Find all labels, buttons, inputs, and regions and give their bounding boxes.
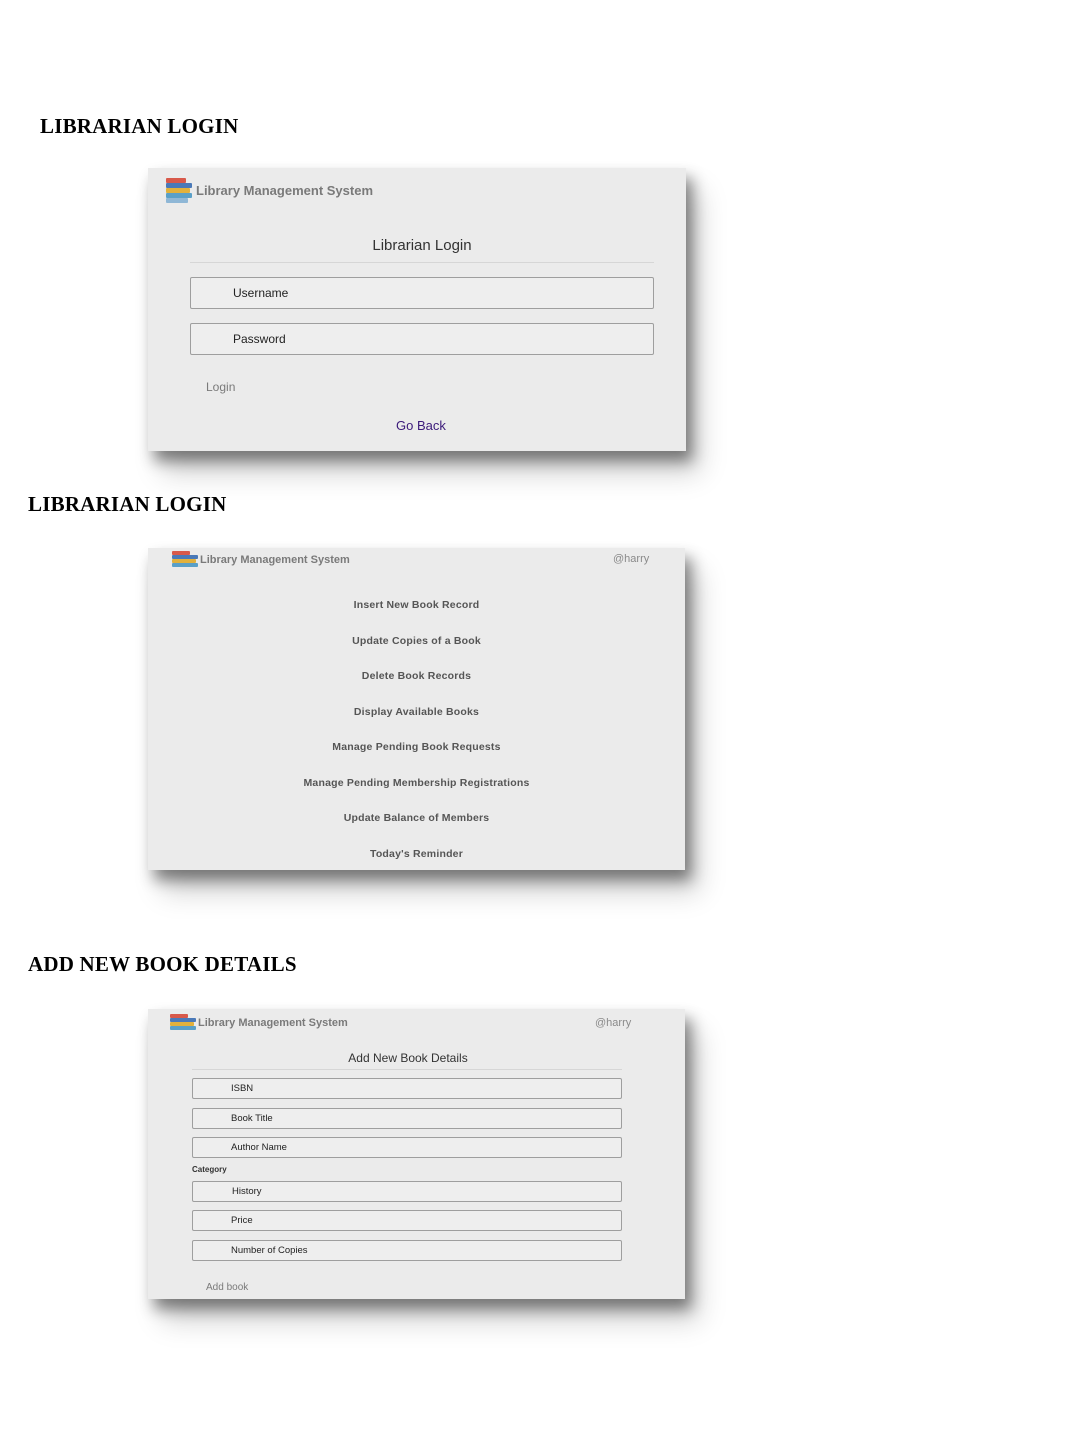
app-title: Library Management System xyxy=(196,182,374,198)
menu-item-update-copies[interactable]: Update Copies of a Book xyxy=(148,635,685,647)
category-label: Category xyxy=(192,1165,227,1174)
username-field[interactable] xyxy=(190,277,654,309)
author-name-field[interactable] xyxy=(192,1137,622,1158)
books-stack-icon xyxy=(170,1013,197,1033)
password-input[interactable] xyxy=(191,331,653,347)
menu-item-display-books[interactable]: Display Available Books xyxy=(148,706,685,718)
password-field[interactable] xyxy=(190,323,654,355)
isbn-field[interactable] xyxy=(192,1078,622,1099)
form-title: Librarian Login xyxy=(372,237,472,254)
section-heading-dashboard: LIBRARIAN LOGIN xyxy=(28,492,227,516)
category-select[interactable]: History xyxy=(192,1181,622,1202)
isbn-input[interactable] xyxy=(193,1082,621,1095)
author-name-input[interactable] xyxy=(193,1141,621,1154)
username-input[interactable] xyxy=(191,285,653,301)
title-divider xyxy=(192,1069,622,1070)
book-title-input[interactable] xyxy=(193,1112,621,1125)
title-divider xyxy=(190,262,654,263)
price-input[interactable] xyxy=(193,1214,621,1227)
category-selected-value: History xyxy=(232,1186,262,1197)
menu-item-insert-book[interactable]: Insert New Book Record xyxy=(148,599,685,611)
menu-item-todays-reminder[interactable]: Today's Reminder xyxy=(148,848,685,860)
add-book-window: Library Management System @harry Add New… xyxy=(148,1009,685,1299)
login-window: Library Management System Librarian Logi… xyxy=(148,168,686,451)
section-heading-add-book: ADD NEW BOOK DETAILS xyxy=(28,952,297,976)
price-field[interactable] xyxy=(192,1210,622,1231)
section-heading-login: LIBRARIAN LOGIN xyxy=(40,114,239,138)
go-back-link[interactable]: Go Back xyxy=(396,418,446,433)
copies-input[interactable] xyxy=(193,1244,621,1257)
books-stack-icon xyxy=(166,176,194,204)
dashboard-window: Library Management System @harry Insert … xyxy=(148,548,685,870)
menu-item-delete-records[interactable]: Delete Book Records xyxy=(148,670,685,682)
copies-field[interactable] xyxy=(192,1240,622,1261)
app-title: Library Management System xyxy=(198,1017,348,1029)
menu-item-update-balance[interactable]: Update Balance of Members xyxy=(148,812,685,824)
menu-item-pending-requests[interactable]: Manage Pending Book Requests xyxy=(148,741,685,753)
menu-item-pending-memberships[interactable]: Manage Pending Membership Registrations xyxy=(148,777,685,789)
user-handle: @harry xyxy=(595,1017,632,1029)
form-title: Add New Book Details xyxy=(348,1051,468,1065)
librarian-menu: Insert New Book Record Update Copies of … xyxy=(148,548,685,870)
app-header: Library Management System xyxy=(166,176,373,204)
book-title-field[interactable] xyxy=(192,1108,622,1129)
add-book-button[interactable]: Add book xyxy=(206,1282,248,1293)
app-header: Library Management System xyxy=(170,1013,348,1033)
login-button[interactable]: Login xyxy=(206,380,235,394)
